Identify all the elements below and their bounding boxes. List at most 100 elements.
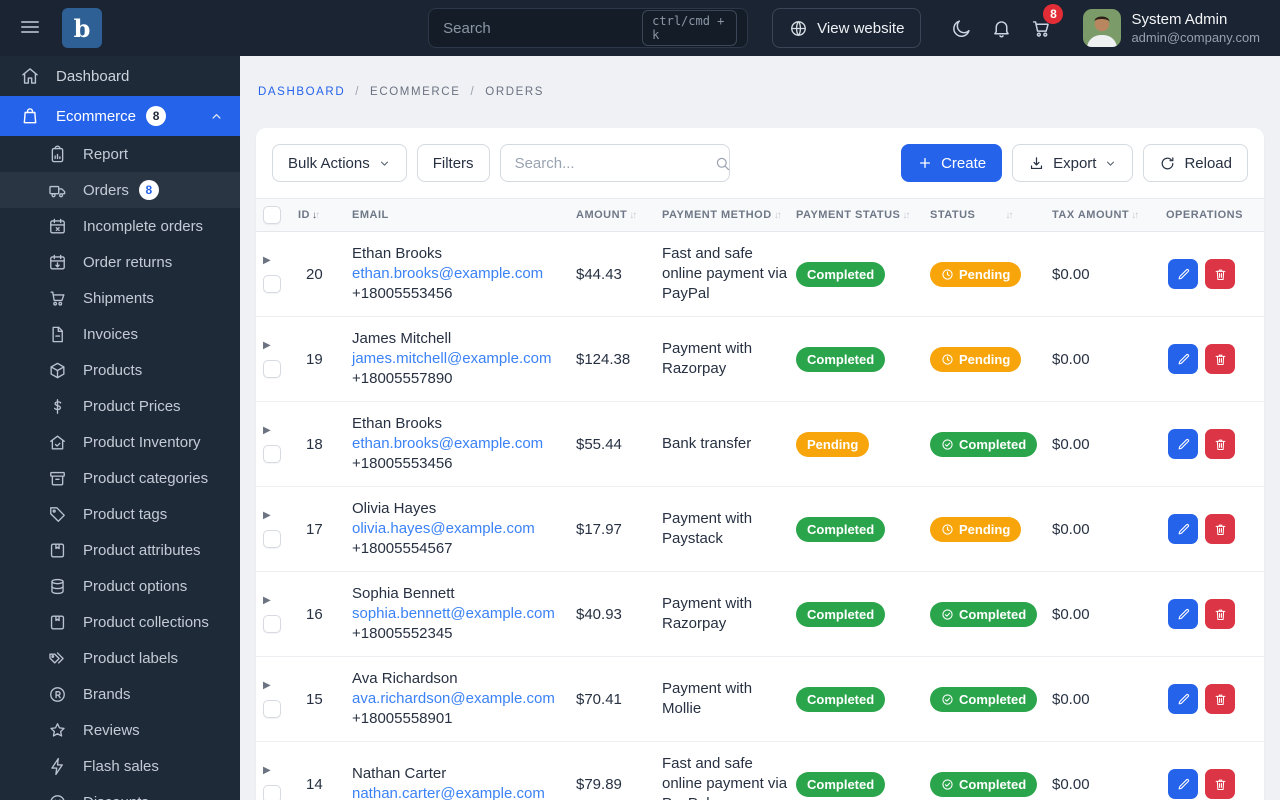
delete-order-button[interactable]: [1205, 259, 1235, 289]
sidebar-item-product-attributes[interactable]: Product attributes: [0, 532, 240, 568]
sidebar-item-product-categories[interactable]: Product categories: [0, 460, 240, 496]
sort-icons: ↓↑: [1005, 209, 1013, 221]
top-navbar: b ctrl/cmd + k View website 8 System Adm…: [0, 0, 1280, 56]
sidebar-item-flash-sales[interactable]: Flash sales: [0, 748, 240, 784]
sidebar-item-product-labels[interactable]: Product labels: [0, 640, 240, 676]
sidebar-item-orders[interactable]: Orders 8: [0, 172, 240, 208]
column-header-tax-amount[interactable]: TAX AMOUNT ↓↑: [1052, 209, 1166, 221]
delete-order-button[interactable]: [1205, 514, 1235, 544]
sidebar-item-product-options[interactable]: Product options: [0, 568, 240, 604]
check-circle-icon: [941, 693, 954, 706]
row-checkbox[interactable]: [263, 614, 281, 633]
user-email: admin@company.com: [1131, 30, 1260, 45]
global-search[interactable]: ctrl/cmd + k: [428, 8, 749, 48]
row-checkbox[interactable]: [263, 529, 281, 548]
delete-order-button[interactable]: [1205, 429, 1235, 459]
sidebar-item-product-prices[interactable]: Product Prices: [0, 388, 240, 424]
expand-row-icon[interactable]: ▶: [263, 255, 271, 266]
expand-row-icon[interactable]: ▶: [263, 425, 271, 436]
row-checkbox[interactable]: [263, 699, 281, 718]
customer-email-link[interactable]: nathan.carter@example.com: [352, 784, 568, 800]
edit-order-button[interactable]: [1168, 344, 1198, 374]
expand-row-icon[interactable]: ▶: [263, 765, 271, 776]
edit-order-button[interactable]: [1168, 769, 1198, 799]
sidebar-item-product-collections[interactable]: Product collections: [0, 604, 240, 640]
menu-toggle-button[interactable]: [16, 14, 44, 42]
delete-order-button[interactable]: [1205, 599, 1235, 629]
sidebar-item-product-inventory[interactable]: Product Inventory: [0, 424, 240, 460]
order-id: 20: [306, 265, 323, 283]
expand-row-icon[interactable]: ▶: [263, 595, 271, 606]
app-logo[interactable]: b: [62, 8, 102, 48]
column-header-status[interactable]: STATUS ↓↑: [930, 209, 1052, 221]
row-checkbox[interactable]: [263, 444, 281, 463]
column-header-payment-status[interactable]: PAYMENT STATUS ↓↑: [796, 209, 930, 221]
reload-button[interactable]: Reload: [1143, 144, 1248, 182]
payment-status-badge: Completed: [796, 261, 886, 287]
breadcrumb-item-dashboard[interactable]: DASHBOARD: [258, 86, 345, 98]
dark-mode-toggle[interactable]: [941, 8, 981, 48]
customer-email-link[interactable]: ethan.brooks@example.com: [352, 434, 568, 454]
sidebar-item-order-returns[interactable]: Order returns: [0, 244, 240, 280]
customer-email-link[interactable]: james.mitchell@example.com: [352, 349, 568, 369]
delete-order-button[interactable]: [1205, 344, 1235, 374]
delete-order-button[interactable]: [1205, 769, 1235, 799]
sidebar-item-invoices[interactable]: Invoices: [0, 316, 240, 352]
sidebar-item-reviews[interactable]: Reviews: [0, 712, 240, 748]
table-search-input[interactable]: [514, 154, 714, 172]
row-checkbox[interactable]: [263, 359, 281, 378]
bulk-actions-dropdown[interactable]: Bulk Actions: [272, 144, 407, 182]
order-amount: $124.38: [576, 350, 631, 368]
sidebar-item-products[interactable]: Products: [0, 352, 240, 388]
customer-phone: +18005553456: [352, 455, 453, 472]
global-search-input[interactable]: [443, 19, 643, 37]
notifications-button[interactable]: [981, 8, 1021, 48]
edit-order-button[interactable]: [1168, 259, 1198, 289]
column-header-amount[interactable]: AMOUNT ↓↑: [576, 209, 662, 221]
bulk-actions-label: Bulk Actions: [288, 154, 370, 172]
flash-sales-icon: [48, 757, 67, 776]
sidebar-item-dashboard[interactable]: Dashboard: [0, 56, 240, 96]
edit-order-button[interactable]: [1168, 599, 1198, 629]
customer-email-link[interactable]: ava.richardson@example.com: [352, 689, 568, 709]
select-all-checkbox[interactable]: [263, 206, 281, 224]
order-amount: $40.93: [576, 605, 622, 623]
sidebar-item-report[interactable]: Report: [0, 136, 240, 172]
user-menu[interactable]: System Admin admin@company.com: [1083, 9, 1260, 47]
sidebar-item-shipments[interactable]: Shipments: [0, 280, 240, 316]
column-header-id[interactable]: ID ↓↑: [298, 209, 352, 221]
sort-icons: ↓↑: [629, 209, 637, 221]
table-search[interactable]: [499, 144, 730, 182]
order-amount: $79.89: [576, 775, 622, 793]
customer-email-link[interactable]: olivia.hayes@example.com: [352, 519, 568, 539]
sidebar-item-discounts[interactable]: Discounts: [0, 784, 240, 800]
delete-order-button[interactable]: [1205, 684, 1235, 714]
discounts-icon: [48, 793, 67, 800]
product-categories-icon: [48, 469, 67, 488]
customer-name: Olivia Hayes: [352, 500, 437, 517]
breadcrumb-separator: /: [470, 86, 476, 98]
sidebar-item-label: Dashboard: [56, 67, 130, 85]
export-dropdown[interactable]: Export: [1012, 144, 1134, 182]
row-checkbox[interactable]: [263, 784, 281, 800]
expand-row-icon[interactable]: ▶: [263, 510, 271, 521]
product-tags-icon: [48, 505, 67, 524]
cart-button[interactable]: 8: [1021, 4, 1064, 48]
row-checkbox[interactable]: [263, 274, 281, 293]
edit-order-button[interactable]: [1168, 684, 1198, 714]
dashboard-icon: [20, 66, 40, 86]
edit-order-button[interactable]: [1168, 514, 1198, 544]
filters-button[interactable]: Filters: [416, 144, 490, 182]
customer-email-link[interactable]: ethan.brooks@example.com: [352, 264, 568, 284]
column-header-payment-method[interactable]: PAYMENT METHOD ↓↑: [662, 209, 796, 221]
expand-row-icon[interactable]: ▶: [263, 680, 271, 691]
create-button[interactable]: Create: [901, 144, 1003, 182]
sidebar-item-brands[interactable]: Brands: [0, 676, 240, 712]
edit-order-button[interactable]: [1168, 429, 1198, 459]
sidebar-item-ecommerce[interactable]: Ecommerce 8: [0, 96, 240, 136]
expand-row-icon[interactable]: ▶: [263, 340, 271, 351]
sidebar-item-incomplete-orders[interactable]: Incomplete orders: [0, 208, 240, 244]
customer-email-link[interactable]: sophia.bennett@example.com: [352, 604, 568, 624]
sidebar-item-product-tags[interactable]: Product tags: [0, 496, 240, 532]
view-website-button[interactable]: View website: [772, 8, 922, 48]
